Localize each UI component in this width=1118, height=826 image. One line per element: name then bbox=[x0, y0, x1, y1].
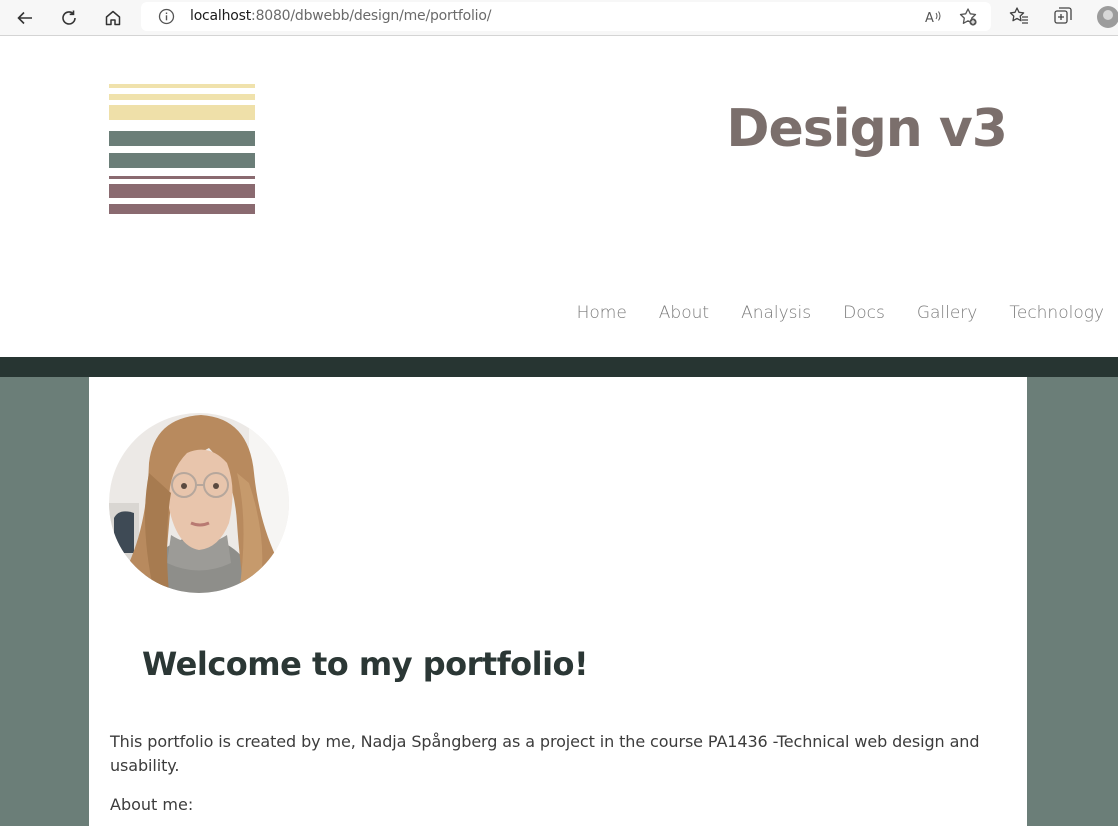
header-divider-bar bbox=[0, 357, 1118, 377]
main-content: Welcome to my portfolio! This portfolio … bbox=[89, 377, 1027, 826]
svg-text:A: A bbox=[925, 11, 934, 26]
welcome-heading: Welcome to my portfolio! bbox=[142, 645, 589, 683]
browser-toolbar: localhost:8080/dbwebb/design/me/portfoli… bbox=[0, 0, 1118, 36]
main-nav: Home About Analysis Docs Gallery Technol… bbox=[577, 303, 1104, 323]
intro-paragraph: This portfolio is created by me, Nadja S… bbox=[110, 732, 980, 775]
site-logo[interactable] bbox=[109, 84, 255, 214]
refresh-icon[interactable] bbox=[55, 4, 83, 32]
collections-icon[interactable] bbox=[1052, 5, 1074, 27]
nav-analysis[interactable]: Analysis bbox=[741, 303, 811, 323]
home-icon[interactable] bbox=[99, 4, 127, 32]
nav-gallery[interactable]: Gallery bbox=[917, 303, 978, 323]
back-icon[interactable] bbox=[11, 4, 39, 32]
profile-icon[interactable] bbox=[1097, 6, 1118, 28]
address-bar[interactable]: localhost:8080/dbwebb/design/me/portfoli… bbox=[141, 2, 991, 31]
url-path: :8080/dbwebb/design/me/portfolio/ bbox=[251, 8, 492, 24]
favorites-icon[interactable] bbox=[1008, 5, 1030, 27]
site-header: Design v3 Home About Analysis Docs Galle… bbox=[0, 37, 1118, 357]
url-host: localhost bbox=[190, 8, 252, 24]
url-text[interactable]: localhost:8080/dbwebb/design/me/portfoli… bbox=[190, 8, 491, 24]
profile-photo bbox=[109, 413, 289, 593]
nav-technology[interactable]: Technology bbox=[1009, 303, 1104, 323]
nav-about[interactable]: About bbox=[659, 303, 709, 323]
nav-docs[interactable]: Docs bbox=[843, 303, 885, 323]
nav-home[interactable]: Home bbox=[577, 303, 627, 323]
add-favorite-icon[interactable] bbox=[958, 7, 978, 27]
about-me-label: About me: bbox=[110, 795, 194, 814]
read-aloud-icon[interactable]: A bbox=[923, 7, 943, 27]
info-icon[interactable] bbox=[158, 8, 175, 25]
site-title: Design v3 bbox=[726, 99, 1008, 159]
